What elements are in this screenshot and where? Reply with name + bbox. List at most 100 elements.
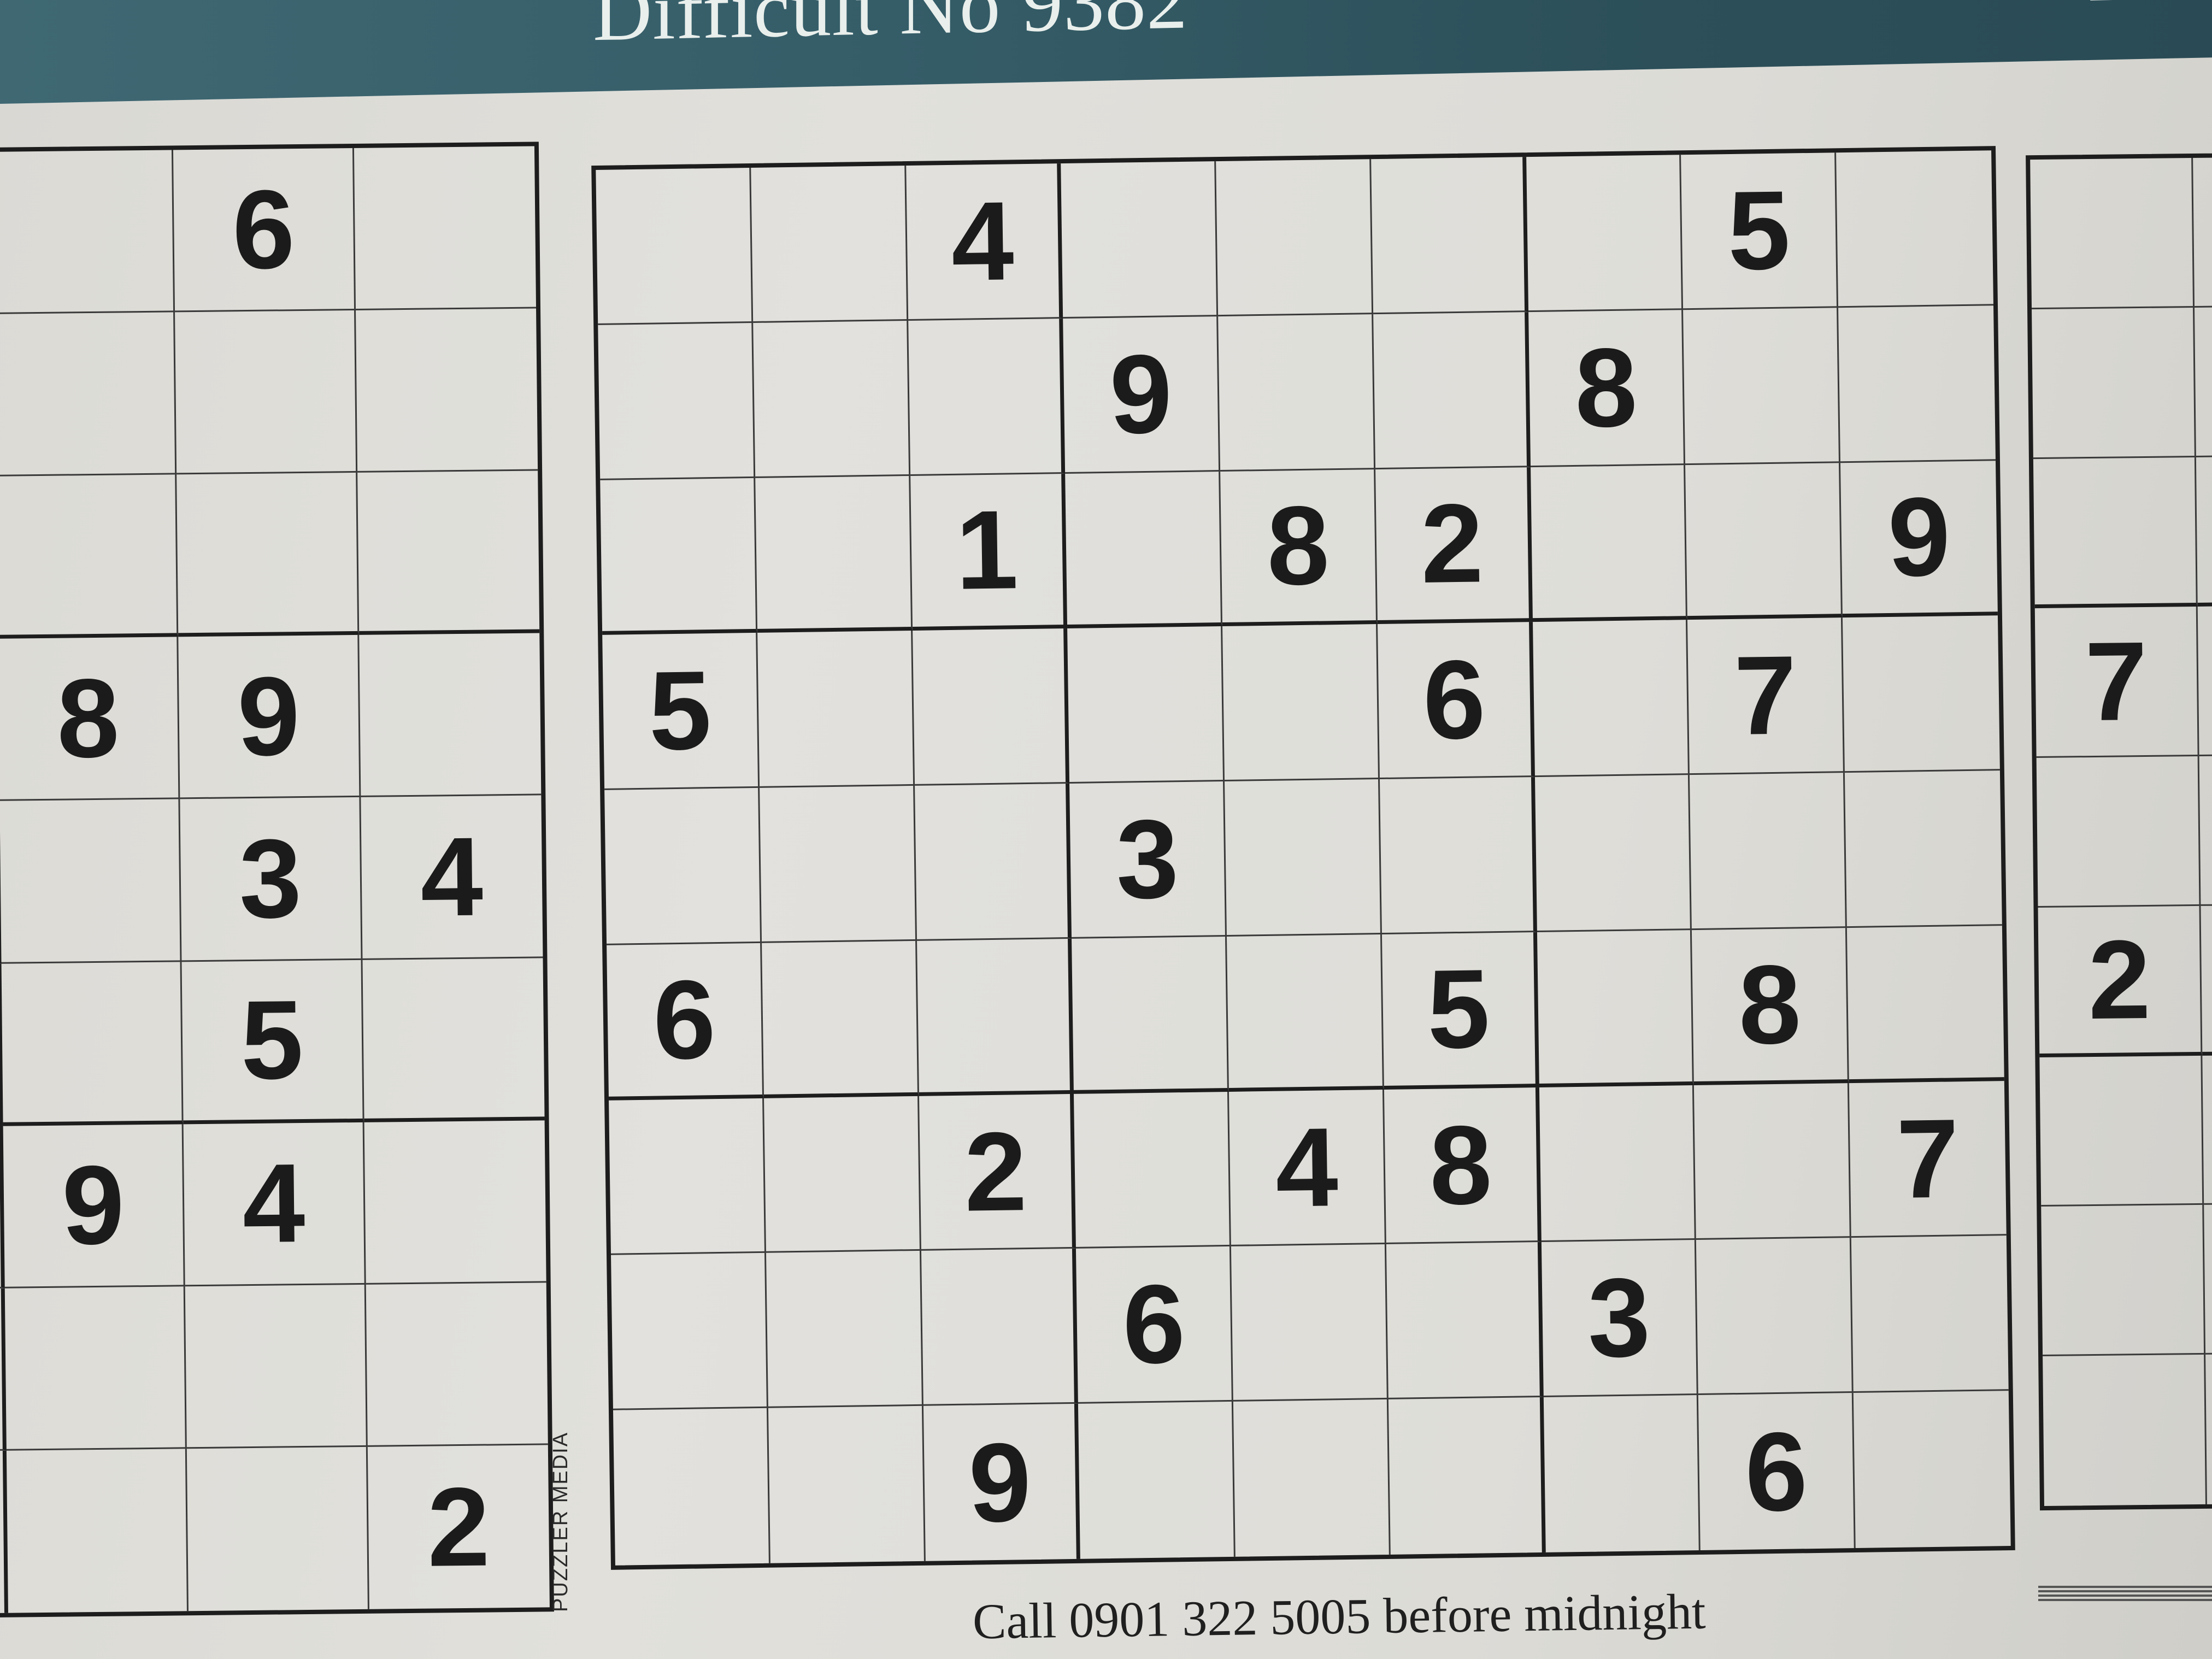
left-sudoku-grid: 689345942 bbox=[0, 142, 555, 1629]
sudoku-cell bbox=[1526, 155, 1684, 312]
sudoku-cell bbox=[1371, 157, 1528, 314]
sudoku-cell bbox=[1685, 462, 1843, 620]
sudoku-cell bbox=[1845, 770, 2002, 928]
sudoku-cell bbox=[4, 1286, 187, 1451]
sudoku-cell bbox=[768, 1406, 926, 1563]
sudoku-cell bbox=[357, 470, 540, 636]
sudoku-cell bbox=[1843, 615, 2000, 773]
sudoku-cell: 7 bbox=[2034, 607, 2199, 758]
sudoku-cell bbox=[1061, 161, 1219, 319]
sudoku-cell bbox=[185, 1284, 368, 1449]
sudoku-cell bbox=[1532, 620, 1690, 778]
sudoku-cell: 8 bbox=[1692, 927, 1850, 1085]
newspaper-page: Difficult No 9382 Fle 689345942 45981829… bbox=[0, 0, 2212, 1659]
sudoku-cell bbox=[1225, 779, 1382, 937]
sudoku-cell bbox=[598, 322, 755, 480]
sudoku-cell: 4 bbox=[183, 1122, 366, 1287]
sudoku-cell: 8 bbox=[1528, 309, 1686, 467]
sudoku-cell bbox=[1534, 775, 1692, 932]
sudoku-cell: 9 bbox=[1063, 316, 1221, 474]
sudoku-cell bbox=[2197, 605, 2212, 757]
sudoku-cell bbox=[355, 308, 538, 473]
sudoku-cell bbox=[759, 786, 917, 943]
sudoku-cell bbox=[1543, 1395, 1701, 1552]
sudoku-cell: 4 bbox=[905, 163, 1063, 321]
sudoku-cell bbox=[2199, 754, 2212, 906]
sudoku-cell: 6 bbox=[1698, 1393, 1856, 1550]
sudoku-cell: 2 bbox=[919, 1093, 1076, 1251]
sudoku-cell bbox=[755, 475, 913, 633]
sudoku-cell bbox=[761, 940, 919, 1098]
sudoku-cell: 8 bbox=[1220, 469, 1378, 627]
sudoku-cell bbox=[2202, 1054, 2212, 1205]
sudoku-cell bbox=[1, 961, 184, 1126]
sudoku-cell bbox=[1690, 773, 1848, 930]
sudoku-cell bbox=[175, 310, 357, 475]
sudoku-cell bbox=[1539, 1085, 1697, 1243]
sudoku-cell: 2 bbox=[426, 1464, 491, 1590]
sudoku-cell: 9 bbox=[178, 635, 361, 799]
sudoku-cell bbox=[1851, 1236, 2009, 1393]
sudoku-cell bbox=[1216, 159, 1373, 316]
sudoku-cell bbox=[908, 318, 1066, 476]
sudoku-cell: 5 bbox=[1681, 152, 1839, 310]
puzzle-banner: Difficult No 9382 Fle bbox=[0, 0, 2212, 104]
sudoku-cell: 6 bbox=[1377, 622, 1535, 780]
sudoku-cell bbox=[1847, 926, 2004, 1083]
sudoku-cell bbox=[766, 1251, 923, 1408]
sudoku-cell bbox=[2032, 307, 2197, 459]
sudoku-cell bbox=[1227, 934, 1384, 1092]
sudoku-cell: 8 bbox=[1384, 1087, 1542, 1245]
sudoku-cell bbox=[358, 633, 542, 798]
sudoku-cell bbox=[914, 784, 1072, 941]
sudoku-cell: 2 bbox=[2038, 905, 2203, 1057]
sudoku-cell bbox=[1537, 929, 1695, 1087]
sudoku-cell bbox=[2030, 157, 2195, 309]
sudoku-cell: 2 bbox=[1375, 467, 1533, 625]
footer-rule bbox=[2038, 1585, 2212, 1601]
sudoku-cell bbox=[177, 473, 359, 637]
sudoku-cell bbox=[354, 146, 537, 311]
sudoku-cell: 7 bbox=[1687, 617, 1845, 775]
sudoku-cell bbox=[2033, 457, 2198, 609]
sudoku-cell bbox=[1388, 1397, 1546, 1555]
footer-text: Call 0901 322 5005 before midnight bbox=[972, 1583, 1707, 1650]
main-sudoku-grid: 45981829567365824876396 bbox=[591, 146, 2015, 1570]
puzzle-title: Difficult No 9382 bbox=[593, 0, 1189, 58]
sudoku-cell: 9 bbox=[923, 1404, 1081, 1561]
sudoku-cell: 9 bbox=[3, 1123, 185, 1289]
sudoku-cell bbox=[1696, 1238, 1854, 1396]
sudoku-cell bbox=[0, 474, 179, 639]
sudoku-cell: 6 bbox=[1076, 1246, 1233, 1404]
sudoku-cell bbox=[1233, 1399, 1391, 1557]
sudoku-cell bbox=[600, 478, 757, 636]
sudoku-cell bbox=[6, 1449, 189, 1613]
sudoku-cell bbox=[1683, 307, 1841, 465]
sudoku-cell bbox=[1072, 936, 1229, 1094]
sudoku-cell: 1 bbox=[910, 473, 1068, 631]
sudoku-cell bbox=[1067, 626, 1225, 784]
right-sudoku-grid: 72 bbox=[2026, 139, 2212, 1511]
sudoku-cell: 6 bbox=[607, 943, 764, 1101]
sudoku-cell: 8 bbox=[0, 637, 180, 802]
publisher-credit: PUZZLER MEDIA bbox=[549, 1431, 572, 1612]
sudoku-cell bbox=[1838, 305, 1996, 463]
sudoku-cell bbox=[2043, 1355, 2208, 1506]
sudoku-cell bbox=[763, 1096, 921, 1254]
sudoku-cell bbox=[921, 1249, 1079, 1407]
sudoku-cell bbox=[916, 938, 1074, 1096]
sudoku-cell bbox=[609, 1098, 766, 1256]
sudoku-cell bbox=[757, 631, 915, 788]
sudoku-cell bbox=[604, 787, 762, 945]
sudoku-cell bbox=[2195, 305, 2212, 457]
sudoku-cell: 9 bbox=[1840, 460, 1998, 618]
sudoku-cell bbox=[611, 1253, 768, 1410]
sudoku-cell: 3 bbox=[1069, 781, 1227, 939]
sudoku-cell bbox=[362, 957, 545, 1122]
sudoku-cell: 5 bbox=[1381, 932, 1539, 1090]
sudoku-cell bbox=[2041, 1205, 2206, 1357]
sudoku-cell bbox=[912, 628, 1070, 786]
sudoku-cell bbox=[1231, 1244, 1389, 1402]
sudoku-cell: 3 bbox=[180, 797, 363, 962]
sudoku-cell bbox=[2201, 904, 2212, 1056]
